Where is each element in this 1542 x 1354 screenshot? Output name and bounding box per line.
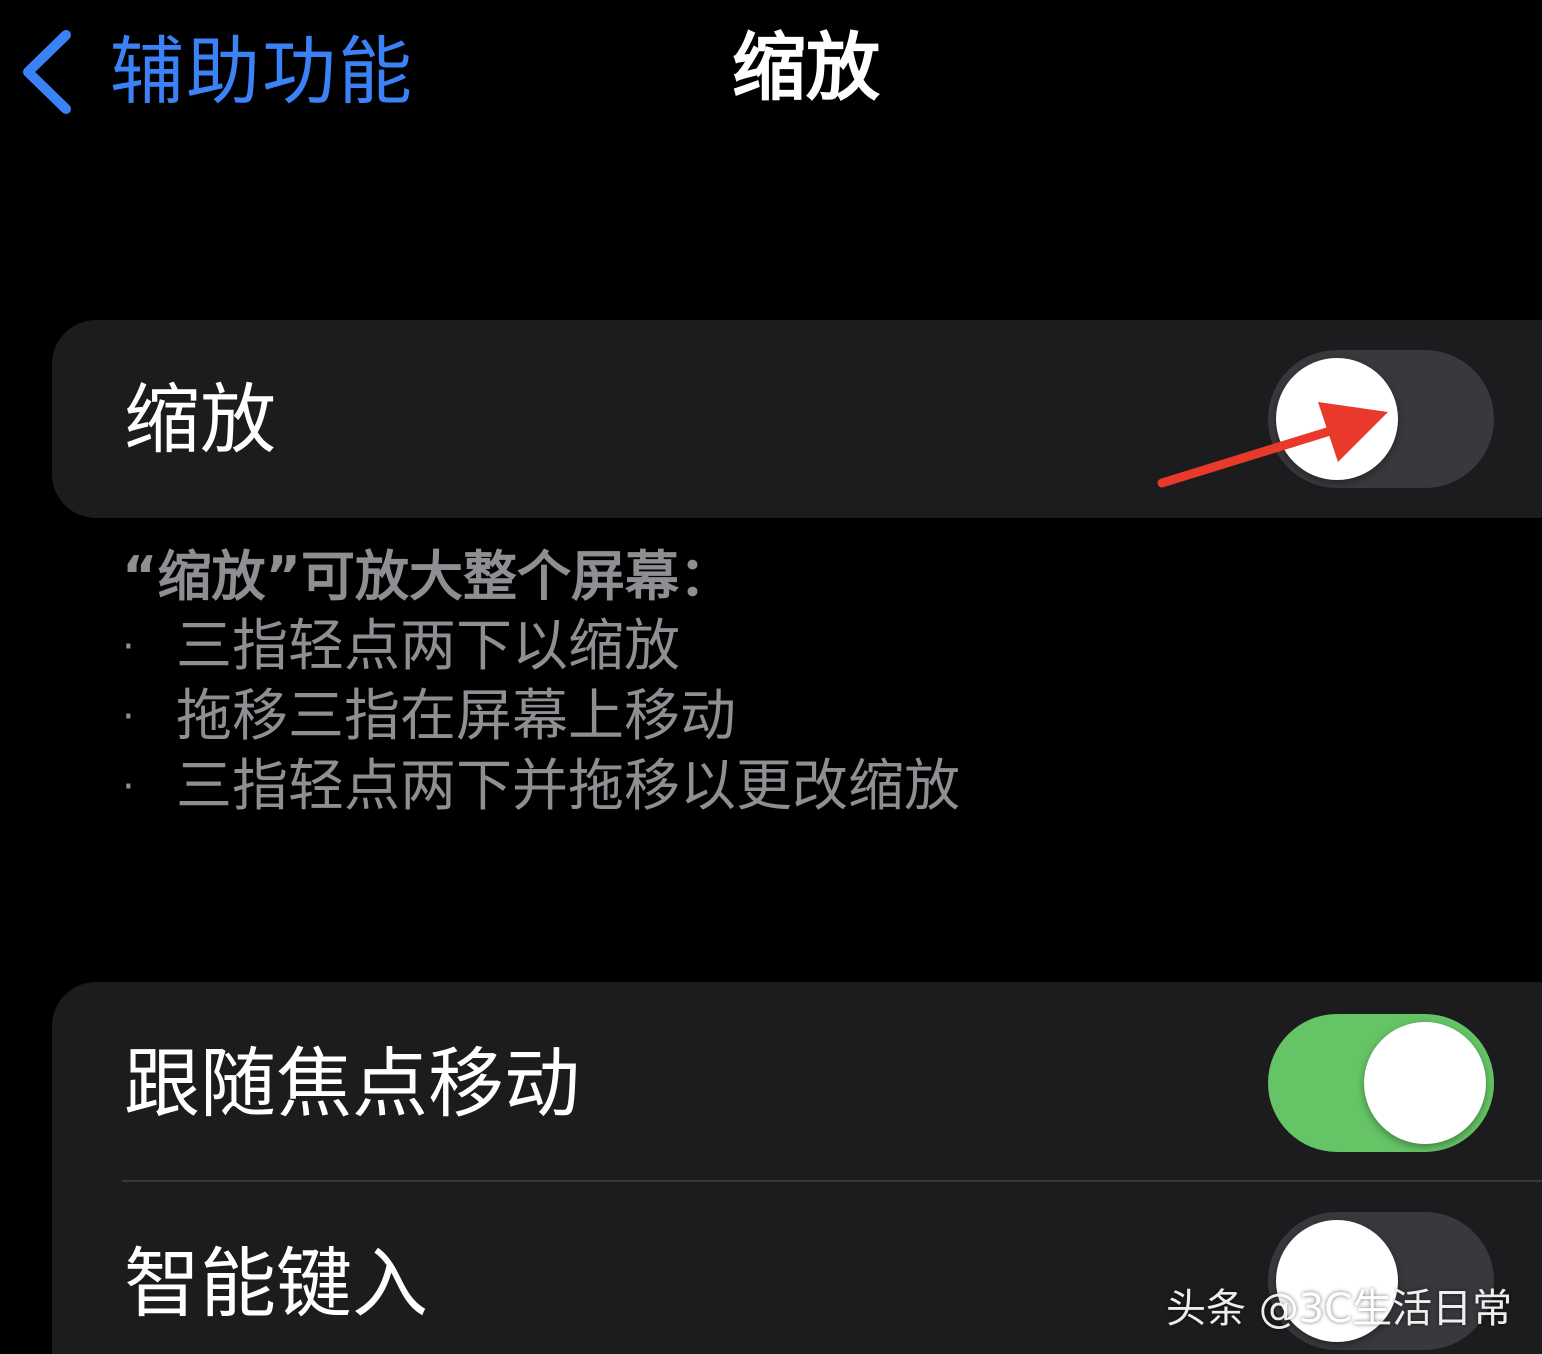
smart-typing-label: 智能键入 [124, 1239, 428, 1328]
zoom-row: 缩放 [52, 320, 1542, 518]
zoom-group: 缩放 [52, 320, 1542, 518]
follow-focus-label: 跟随焦点移动 [124, 1039, 580, 1128]
watermark: 头条 @3C生活日常 [1166, 1286, 1513, 1332]
zoom-toggle[interactable] [1268, 350, 1494, 488]
bullet: · [122, 764, 135, 810]
bullet: · [122, 694, 135, 740]
zoom-label: 缩放 [124, 375, 276, 464]
toggle-knob [1276, 358, 1398, 480]
page-title: 缩放 [732, 25, 880, 111]
toggle-knob [1364, 1022, 1486, 1144]
zoom-settings-screen: 辅助功能 缩放 缩放 “缩放”可放大整个屏幕： · 三指轻点两下以缩放 · 拖移… [0, 0, 1542, 1354]
description-item-text: 三指轻点两下以缩放 [176, 614, 680, 679]
description-item-text: 拖移三指在屏幕上移动 [176, 684, 736, 749]
description-item: · 拖移三指在屏幕上移动 [122, 682, 1502, 752]
follow-focus-row: 跟随焦点移动 [52, 982, 1542, 1180]
zoom-description: “缩放”可放大整个屏幕： · 三指轻点两下以缩放 · 拖移三指在屏幕上移动 · … [122, 542, 1502, 822]
bullet: · [122, 624, 135, 670]
follow-focus-toggle[interactable] [1268, 1014, 1494, 1152]
description-heading: “缩放”可放大整个屏幕： [122, 545, 733, 608]
description-item: · 三指轻点两下以缩放 [122, 612, 1502, 682]
description-item: · 三指轻点两下并拖移以更改缩放 [122, 752, 1502, 822]
description-item-text: 三指轻点两下并拖移以更改缩放 [176, 754, 960, 819]
